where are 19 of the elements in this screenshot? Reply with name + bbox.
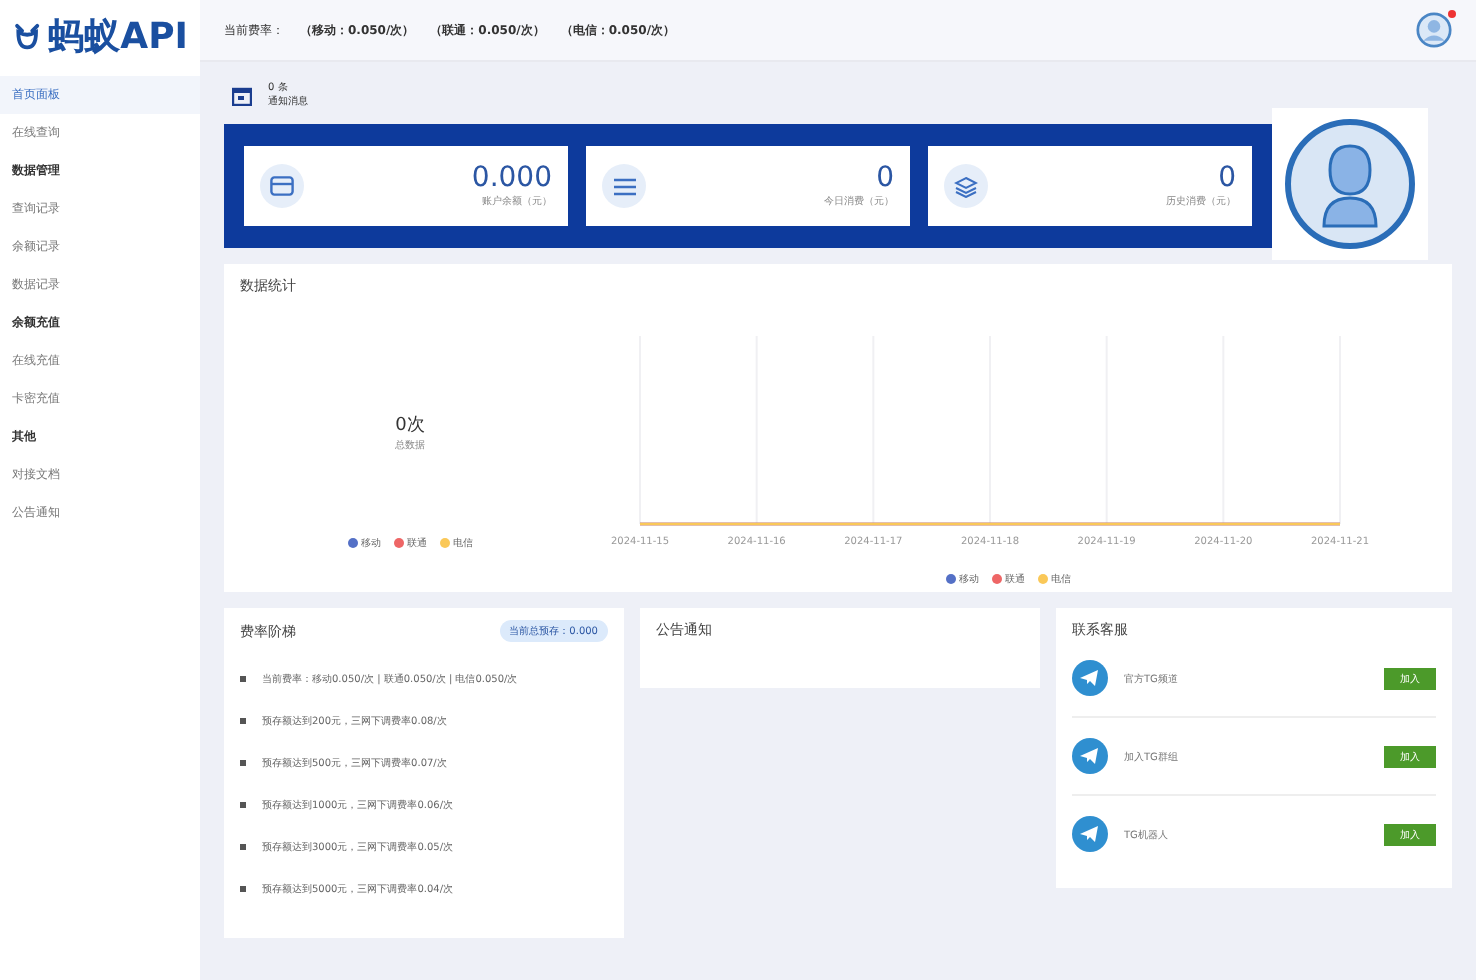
- user-avatar[interactable]: [1416, 12, 1452, 48]
- layers-icon: [954, 175, 978, 197]
- paper-plane-icon: [1072, 738, 1108, 774]
- bullet-icon: [240, 718, 246, 724]
- stat-value: 0: [876, 164, 894, 194]
- bullet-icon: [240, 844, 246, 850]
- list-icon: [613, 177, 635, 195]
- stat-value: 0: [1218, 164, 1236, 194]
- bullet-icon: [240, 802, 246, 808]
- bullet-icon: [240, 886, 246, 892]
- total-count: 0次: [395, 413, 425, 438]
- paper-plane-icon: [1072, 816, 1108, 852]
- bullet-icon: [240, 760, 246, 766]
- logo-text: 蚂蚁API: [48, 14, 188, 60]
- stat-value: 0.000: [471, 164, 552, 194]
- bullet-icon: [240, 676, 246, 682]
- calendar-icon: [232, 86, 252, 106]
- paper-plane-icon: [1072, 660, 1108, 696]
- wallet-card-icon: [270, 176, 294, 196]
